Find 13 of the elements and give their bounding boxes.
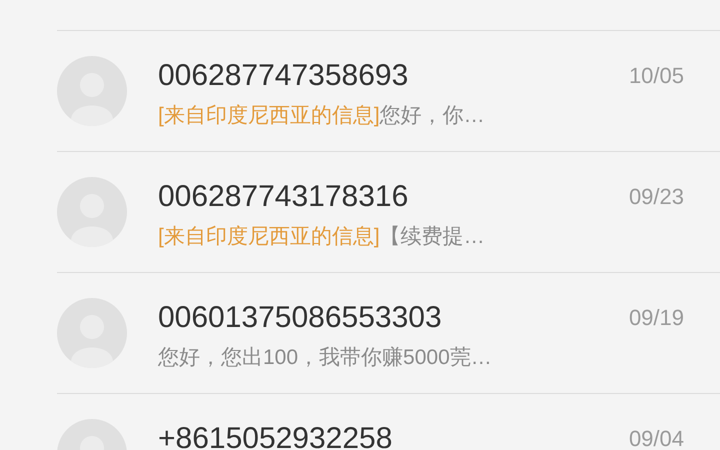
message-date: 09/04 xyxy=(628,425,684,450)
message-date: 09/19 xyxy=(628,304,684,332)
message-preview: 您好，您出100，我带你赚5000莞… xyxy=(158,345,492,371)
sender-number: 00601375086553303 xyxy=(158,302,442,334)
sender-number: 006287747358693 xyxy=(158,60,408,92)
sender-number: +8615052932258 xyxy=(158,422,392,450)
message-date: 09/23 xyxy=(628,183,684,211)
origin-tag: [来自印度尼西亚的信息] xyxy=(158,102,380,130)
message-date: 10/05 xyxy=(628,62,684,90)
origin-tag: [来自印度尼西亚的信息] xyxy=(158,223,380,251)
message-preview: 【续费提… xyxy=(380,224,485,250)
sender-number: 006287743178316 xyxy=(158,180,408,212)
message-preview: 您好，你… xyxy=(380,103,485,129)
